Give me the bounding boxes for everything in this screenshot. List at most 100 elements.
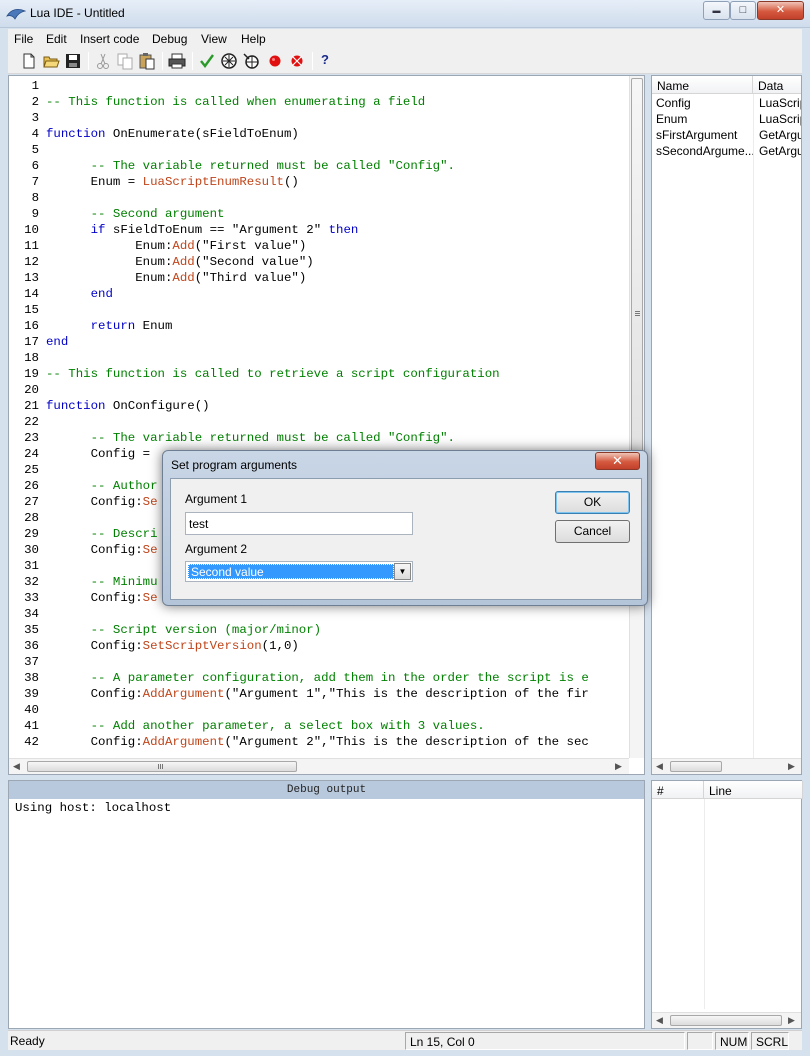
breakpoints-column-line[interactable]: Line <box>704 781 803 799</box>
maximize-button[interactable]: □ <box>730 1 756 20</box>
run-icon[interactable] <box>220 52 238 70</box>
menu-help[interactable]: Help <box>241 32 266 46</box>
scroll-right-icon[interactable]: ▶ <box>615 761 622 772</box>
breakpoints-horizontal-scrollbar[interactable]: ◀ ▶ <box>652 1012 801 1028</box>
code-text[interactable]: end <box>46 286 113 302</box>
breakpoints-column-number[interactable]: # <box>652 781 704 799</box>
scroll-right-icon[interactable]: ▶ <box>788 761 795 772</box>
code-text[interactable]: Config:AddArgument("Argument 1","This is… <box>46 686 589 702</box>
menu-insert-code[interactable]: Insert code <box>80 32 139 46</box>
scroll-left-icon[interactable]: ◀ <box>656 1015 663 1026</box>
code-text[interactable]: Enum:Add("Second value") <box>46 254 314 270</box>
code-text[interactable]: function OnEnumerate(sFieldToEnum) <box>46 126 299 142</box>
code-text[interactable]: -- A parameter configuration, add them i… <box>46 670 589 686</box>
code-text[interactable]: Config:Se <box>46 590 158 606</box>
code-text[interactable]: function OnConfigure() <box>46 398 210 414</box>
new-file-icon[interactable] <box>20 52 38 70</box>
code-text[interactable]: -- The variable returned must be called … <box>46 430 455 446</box>
variable-name[interactable]: Config <box>656 96 751 112</box>
editor-horizontal-scrollbar[interactable]: ◀ ▶ <box>9 758 629 774</box>
line-number: 26 <box>24 479 39 493</box>
variable-data[interactable]: GetArgument <box>759 144 801 160</box>
variable-data[interactable]: LuaScriptEnumResult <box>759 112 801 128</box>
code-text[interactable]: Enum = LuaScriptEnumResult() <box>46 174 299 190</box>
toolbar-separator <box>162 52 163 70</box>
variable-name[interactable]: sFirstArgument <box>656 128 751 144</box>
print-icon[interactable] <box>168 52 186 70</box>
ok-button[interactable]: OK <box>555 491 630 514</box>
code-token: () <box>283 175 299 189</box>
code-text[interactable]: Config:AddArgument("Argument 2","This is… <box>46 734 589 750</box>
variable-data[interactable]: LuaScriptConfig <box>759 96 801 112</box>
breakpoint-icon[interactable] <box>266 52 284 70</box>
code-text[interactable]: -- Add another parameter, a select box w… <box>46 718 485 734</box>
code-editor[interactable]: 1 2 -- This function is called when enumer… <box>8 75 645 775</box>
close-button[interactable]: ✕ <box>757 1 804 20</box>
variables-scroll-thumb[interactable] <box>670 761 722 772</box>
line-number: 10 <box>24 223 39 237</box>
save-icon[interactable] <box>64 52 82 70</box>
scroll-left-icon[interactable]: ◀ <box>13 761 20 772</box>
code-token: ("Second value") <box>194 255 314 269</box>
variable-name[interactable]: Enum <box>656 112 751 128</box>
menu-edit[interactable]: Edit <box>46 32 67 46</box>
code-text[interactable]: -- Minimu <box>46 574 158 590</box>
debug-output-text[interactable]: Using host: localhost <box>15 801 171 815</box>
scroll-right-icon[interactable]: ▶ <box>788 1015 795 1026</box>
code-text[interactable]: -- Author <box>46 478 158 494</box>
step-icon[interactable] <box>242 52 260 70</box>
code-token: end <box>46 335 69 349</box>
line-number: 31 <box>24 559 39 573</box>
code-text[interactable]: -- The variable returned must be called … <box>46 158 455 174</box>
editor-vertical-scrollbar[interactable] <box>629 76 644 758</box>
variables-column-name[interactable]: Name <box>652 76 753 94</box>
code-text[interactable]: Config:SetScriptVersion(1,0) <box>46 638 299 654</box>
code-token: -- The variable returned must be called … <box>46 159 455 173</box>
code-text[interactable]: -- Script version (major/minor) <box>46 622 322 638</box>
variable-name[interactable]: sSecondArgume... <box>656 144 753 160</box>
code-text[interactable]: Config:Se <box>46 494 158 510</box>
variable-data[interactable]: GetArgument <box>759 128 801 144</box>
code-text[interactable]: -- This function is called to retrieve a… <box>46 366 500 382</box>
dialog-close-button[interactable]: ✕ <box>595 452 640 470</box>
menu-view[interactable]: View <box>201 32 227 46</box>
clear-breakpoints-icon[interactable] <box>288 52 306 70</box>
code-text[interactable]: Enum:Add("Third value") <box>46 270 306 286</box>
code-text[interactable]: Config:Se <box>46 542 158 558</box>
code-text[interactable]: Config = <box>46 446 158 462</box>
variables-horizontal-scrollbar[interactable]: ◀ ▶ <box>652 758 801 774</box>
argument-2-selected-value[interactable]: Second value <box>188 564 394 579</box>
column-divider <box>704 799 705 1009</box>
cancel-button[interactable]: Cancel <box>555 520 630 543</box>
cut-icon[interactable] <box>94 52 112 70</box>
code-token: ("First value") <box>194 239 307 253</box>
variables-column-data[interactable]: Data <box>753 76 801 94</box>
code-text[interactable]: Enum:Add("First value") <box>46 238 306 254</box>
code-token: Config: <box>46 495 143 509</box>
code-text[interactable]: if sFieldToEnum == "Argument 2" then <box>46 222 359 238</box>
code-token: -- The variable returned must be called … <box>46 431 455 445</box>
code-text[interactable]: -- This function is called when enumerat… <box>46 94 425 110</box>
argument-2-select[interactable]: Second value ▼ <box>185 561 413 582</box>
help-icon[interactable]: ? <box>321 52 339 70</box>
menu-file[interactable]: File <box>14 32 33 46</box>
open-folder-icon[interactable] <box>42 52 60 70</box>
minimize-button[interactable]: ▬ <box>703 1 730 20</box>
line-number: 21 <box>24 399 39 413</box>
code-text[interactable]: return Enum <box>46 318 173 334</box>
code-token: Enum = <box>46 175 143 189</box>
check-syntax-icon[interactable] <box>198 52 216 70</box>
code-token: end <box>90 287 113 301</box>
scroll-left-icon[interactable]: ◀ <box>656 761 663 772</box>
argument-1-input[interactable] <box>185 512 413 535</box>
paste-icon[interactable] <box>138 52 156 70</box>
copy-icon[interactable] <box>116 52 134 70</box>
code-text[interactable]: -- Descri <box>46 526 158 542</box>
menu-debug[interactable]: Debug <box>152 32 187 46</box>
code-text[interactable]: -- Second argument <box>46 206 225 222</box>
code-text[interactable]: end <box>46 334 68 350</box>
chevron-down-icon[interactable]: ▼ <box>394 563 411 580</box>
breakpoints-scroll-thumb[interactable] <box>670 1015 782 1026</box>
editor-horizontal-scroll-thumb[interactable] <box>27 761 297 772</box>
